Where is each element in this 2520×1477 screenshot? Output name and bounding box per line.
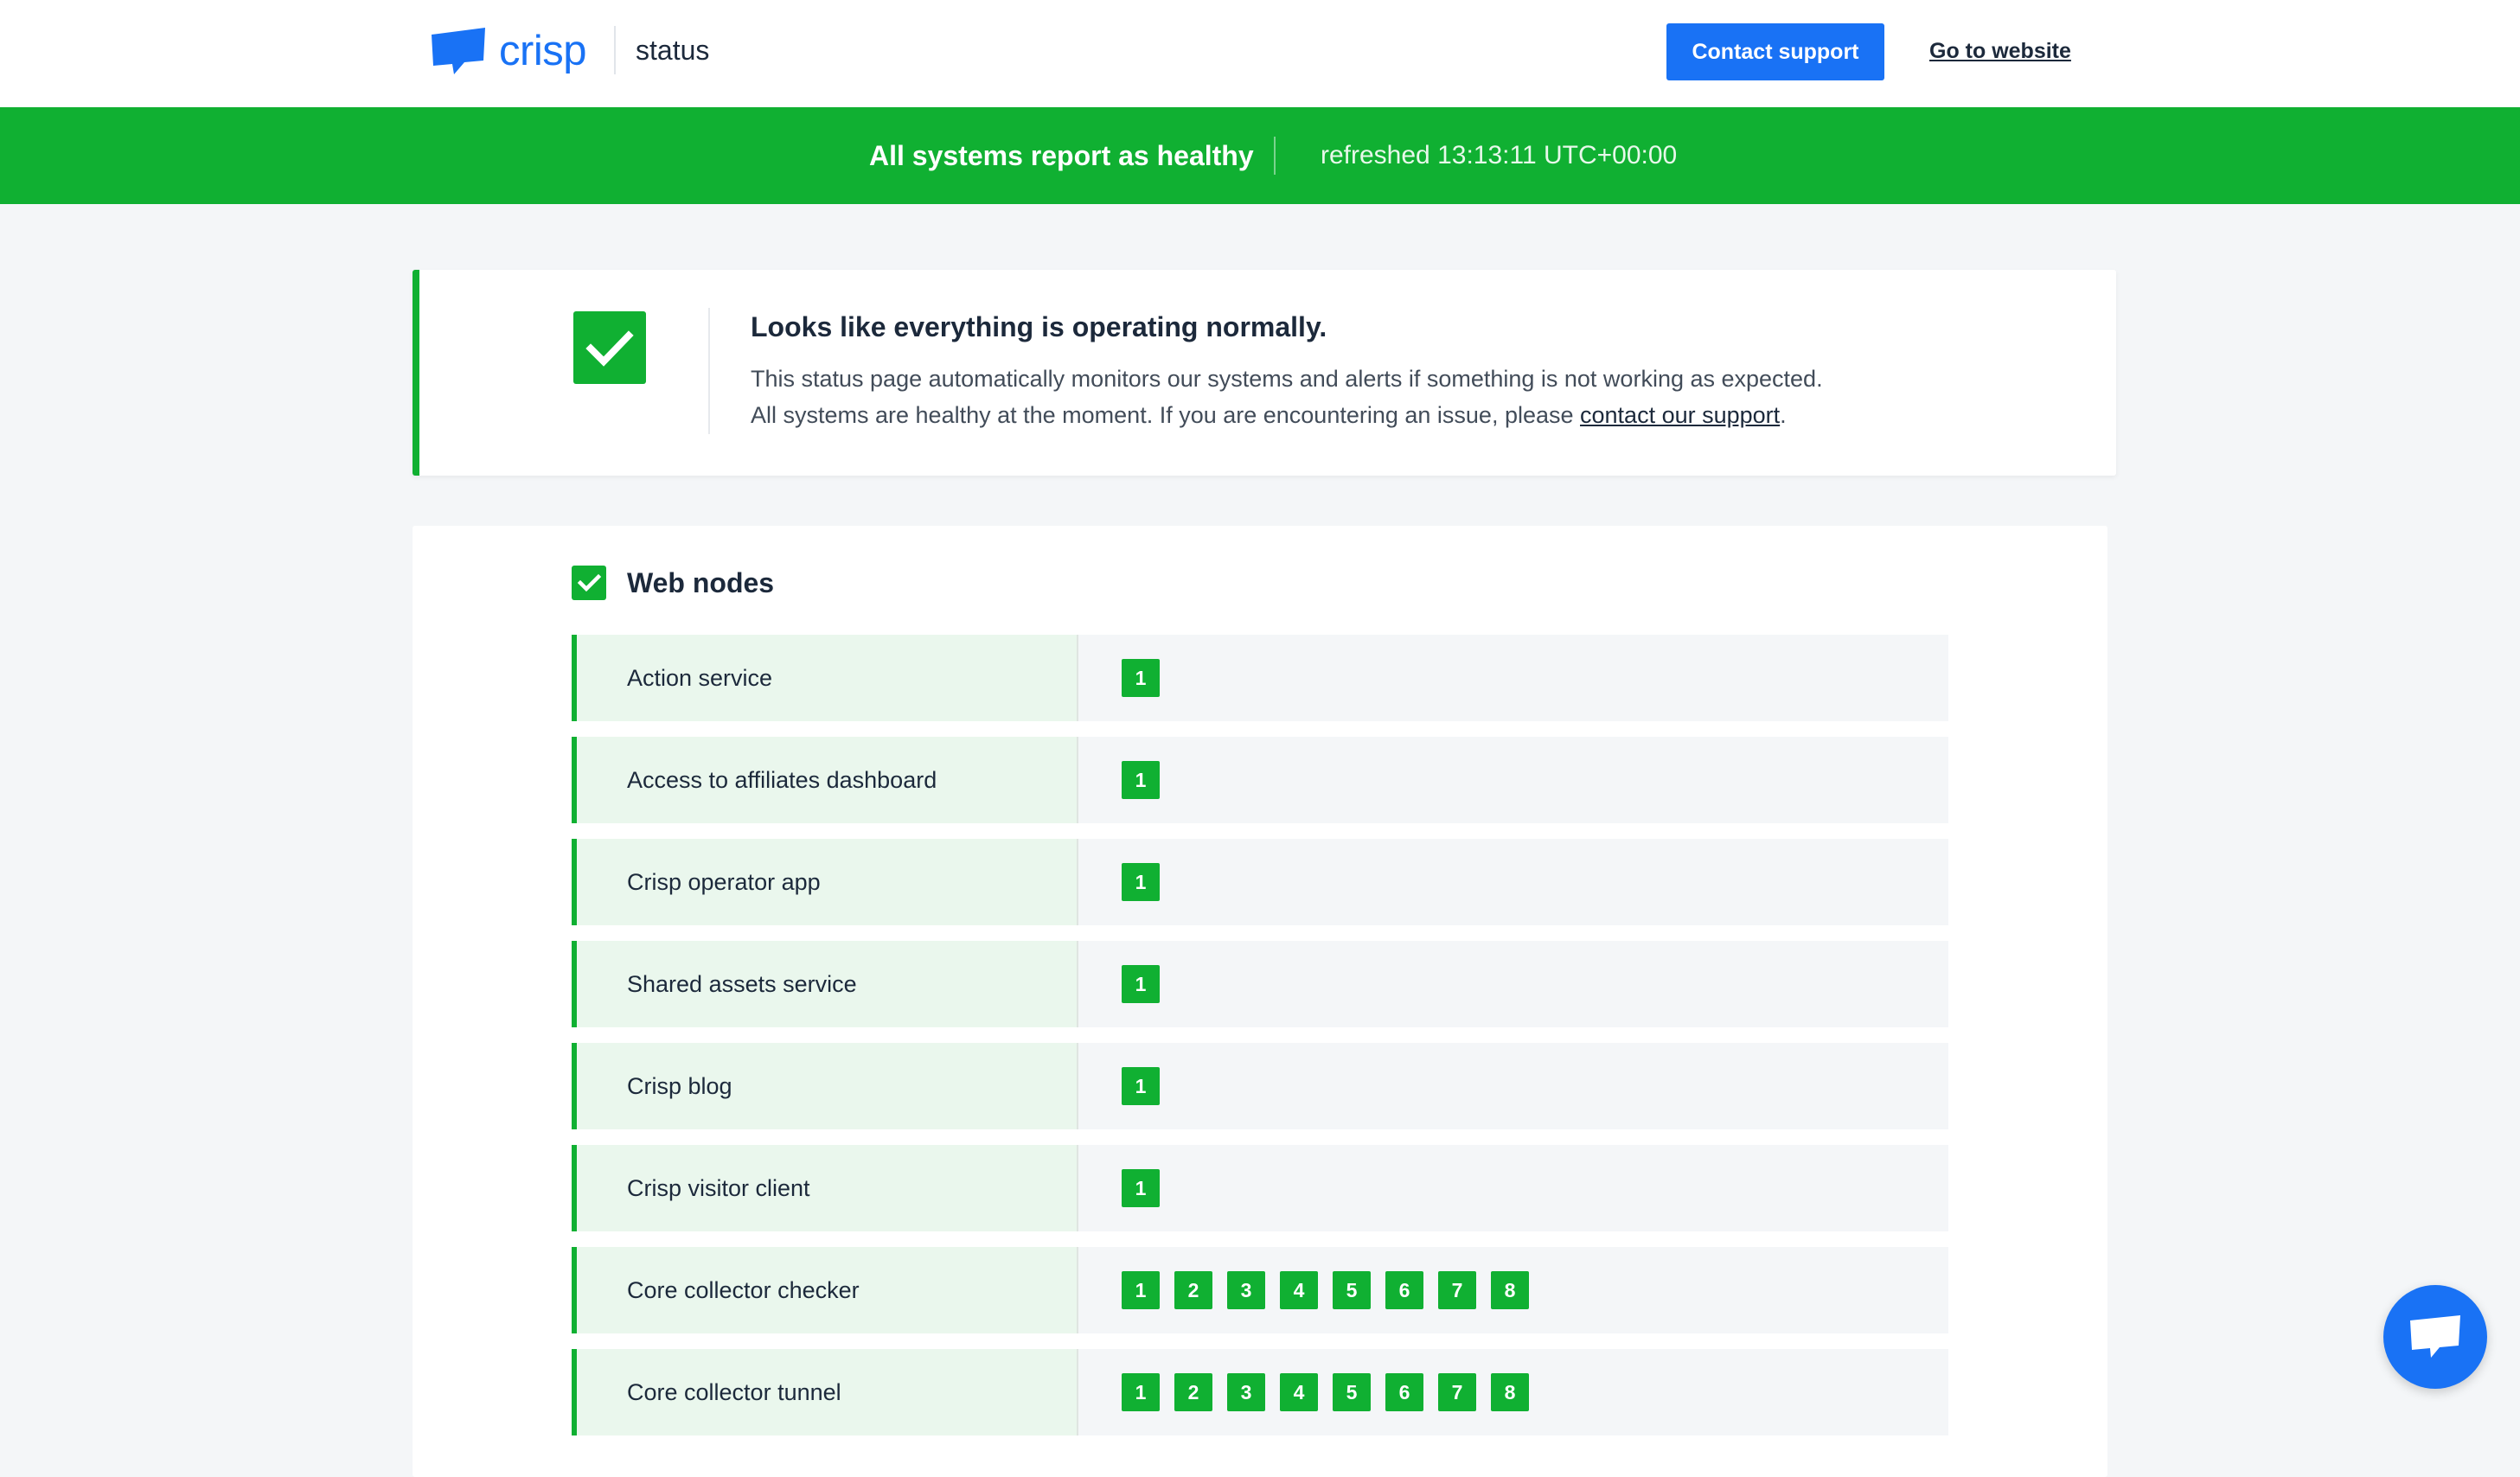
node-status-badge[interactable]: 2 bbox=[1174, 1373, 1212, 1411]
go-to-website-link[interactable]: Go to website bbox=[1929, 37, 2071, 65]
node-status-badge[interactable]: 5 bbox=[1333, 1373, 1371, 1411]
node-status-badge[interactable]: 6 bbox=[1385, 1271, 1423, 1309]
service-name: Crisp operator app bbox=[572, 839, 1078, 925]
node-status-badge[interactable]: 6 bbox=[1385, 1373, 1423, 1411]
crisp-chat-bubble-icon bbox=[432, 28, 485, 74]
service-name: Access to affiliates dashboard bbox=[572, 737, 1078, 823]
node-status-badge[interactable]: 8 bbox=[1491, 1271, 1529, 1309]
node-status-badge[interactable]: 1 bbox=[1122, 761, 1160, 799]
summary-description: This status page automatically monitors … bbox=[751, 366, 1823, 392]
support-note-suffix: . bbox=[1780, 402, 1787, 428]
contact-our-support-link[interactable]: contact our support bbox=[1580, 402, 1780, 428]
status-banner: All systems report as healthy refreshed … bbox=[0, 107, 2520, 204]
node-status-badge[interactable]: 4 bbox=[1280, 1373, 1318, 1411]
service-name: Core collector checker bbox=[572, 1247, 1078, 1333]
support-note-prefix: All systems are healthy at the moment. I… bbox=[751, 402, 1581, 428]
contact-support-button[interactable]: Contact support bbox=[1666, 23, 1884, 80]
service-nodes: 1 bbox=[1078, 635, 1948, 721]
node-status-badge[interactable]: 4 bbox=[1280, 1271, 1318, 1309]
node-status-badge[interactable]: 1 bbox=[1122, 1373, 1160, 1411]
crisp-logo[interactable]: crisp bbox=[430, 26, 586, 76]
node-status-badge[interactable]: 1 bbox=[1122, 659, 1160, 697]
service-nodes: 12345678 bbox=[1078, 1247, 1948, 1333]
service-nodes: 1 bbox=[1078, 839, 1948, 925]
checkmark-icon bbox=[572, 566, 606, 600]
service-nodes: 12345678 bbox=[1078, 1349, 1948, 1435]
service-row: Crisp visitor client 1 bbox=[572, 1145, 1948, 1231]
summary-support-note: All systems are healthy at the moment. I… bbox=[751, 400, 1787, 431]
service-nodes: 1 bbox=[1078, 1145, 1948, 1231]
banner-divider bbox=[1274, 137, 1276, 175]
service-name: Crisp blog bbox=[572, 1043, 1078, 1129]
banner-refreshed-time: refreshed 13:13:11 UTC+00:00 bbox=[1321, 141, 1678, 169]
service-name: Action service bbox=[572, 635, 1078, 721]
web-nodes-panel: Web nodes Action service 1 Access to affil… bbox=[413, 526, 2107, 1477]
status-summary-card: Looks like everything is operating norma… bbox=[413, 270, 2116, 476]
node-status-badge[interactable]: 3 bbox=[1227, 1271, 1265, 1309]
banner-status-text: All systems report as healthy bbox=[869, 140, 1254, 171]
service-row: Access to affiliates dashboard 1 bbox=[572, 737, 1948, 823]
node-status-badge[interactable]: 7 bbox=[1438, 1271, 1476, 1309]
service-nodes: 1 bbox=[1078, 1043, 1948, 1129]
service-nodes: 1 bbox=[1078, 941, 1948, 1027]
top-navigation-bar: crisp status Contact support Go to websi… bbox=[0, 0, 2520, 107]
node-status-badge[interactable]: 3 bbox=[1227, 1373, 1265, 1411]
logo-divider bbox=[614, 26, 616, 74]
node-status-badge[interactable]: 8 bbox=[1491, 1373, 1529, 1411]
service-row: Shared assets service 1 bbox=[572, 941, 1948, 1027]
logo-subtitle: status bbox=[636, 35, 710, 66]
service-nodes: 1 bbox=[1078, 737, 1948, 823]
service-row: Crisp blog 1 bbox=[572, 1043, 1948, 1129]
node-status-badge[interactable]: 1 bbox=[1122, 863, 1160, 901]
logo-text: crisp bbox=[499, 28, 586, 74]
service-row: Crisp operator app 1 bbox=[572, 839, 1948, 925]
node-status-badge[interactable]: 1 bbox=[1122, 1169, 1160, 1207]
checkmark-icon bbox=[573, 311, 646, 384]
section-title: Web nodes bbox=[627, 567, 775, 598]
node-status-badge[interactable]: 2 bbox=[1174, 1271, 1212, 1309]
summary-divider bbox=[708, 308, 710, 434]
node-status-badge[interactable]: 5 bbox=[1333, 1271, 1371, 1309]
service-row: Core collector tunnel 1 2 3 4 5 6 7 8 bbox=[572, 1349, 1948, 1435]
chat-bubble-icon bbox=[2410, 1315, 2460, 1358]
node-status-badge[interactable]: 1 bbox=[1122, 965, 1160, 1003]
node-status-badge[interactable]: 7 bbox=[1438, 1373, 1476, 1411]
service-name: Core collector tunnel bbox=[572, 1349, 1078, 1435]
chat-widget-button[interactable] bbox=[2383, 1285, 2487, 1389]
service-name: Crisp visitor client bbox=[572, 1145, 1078, 1231]
service-name: Shared assets service bbox=[572, 941, 1078, 1027]
service-row: Core collector checker 1 2 3 4 5 6 7 8 bbox=[572, 1247, 1948, 1333]
node-status-badge[interactable]: 1 bbox=[1122, 1271, 1160, 1309]
service-row: Action service 1 bbox=[572, 635, 1948, 721]
node-status-badge[interactable]: 1 bbox=[1122, 1067, 1160, 1105]
summary-title: Looks like everything is operating norma… bbox=[751, 311, 1327, 342]
